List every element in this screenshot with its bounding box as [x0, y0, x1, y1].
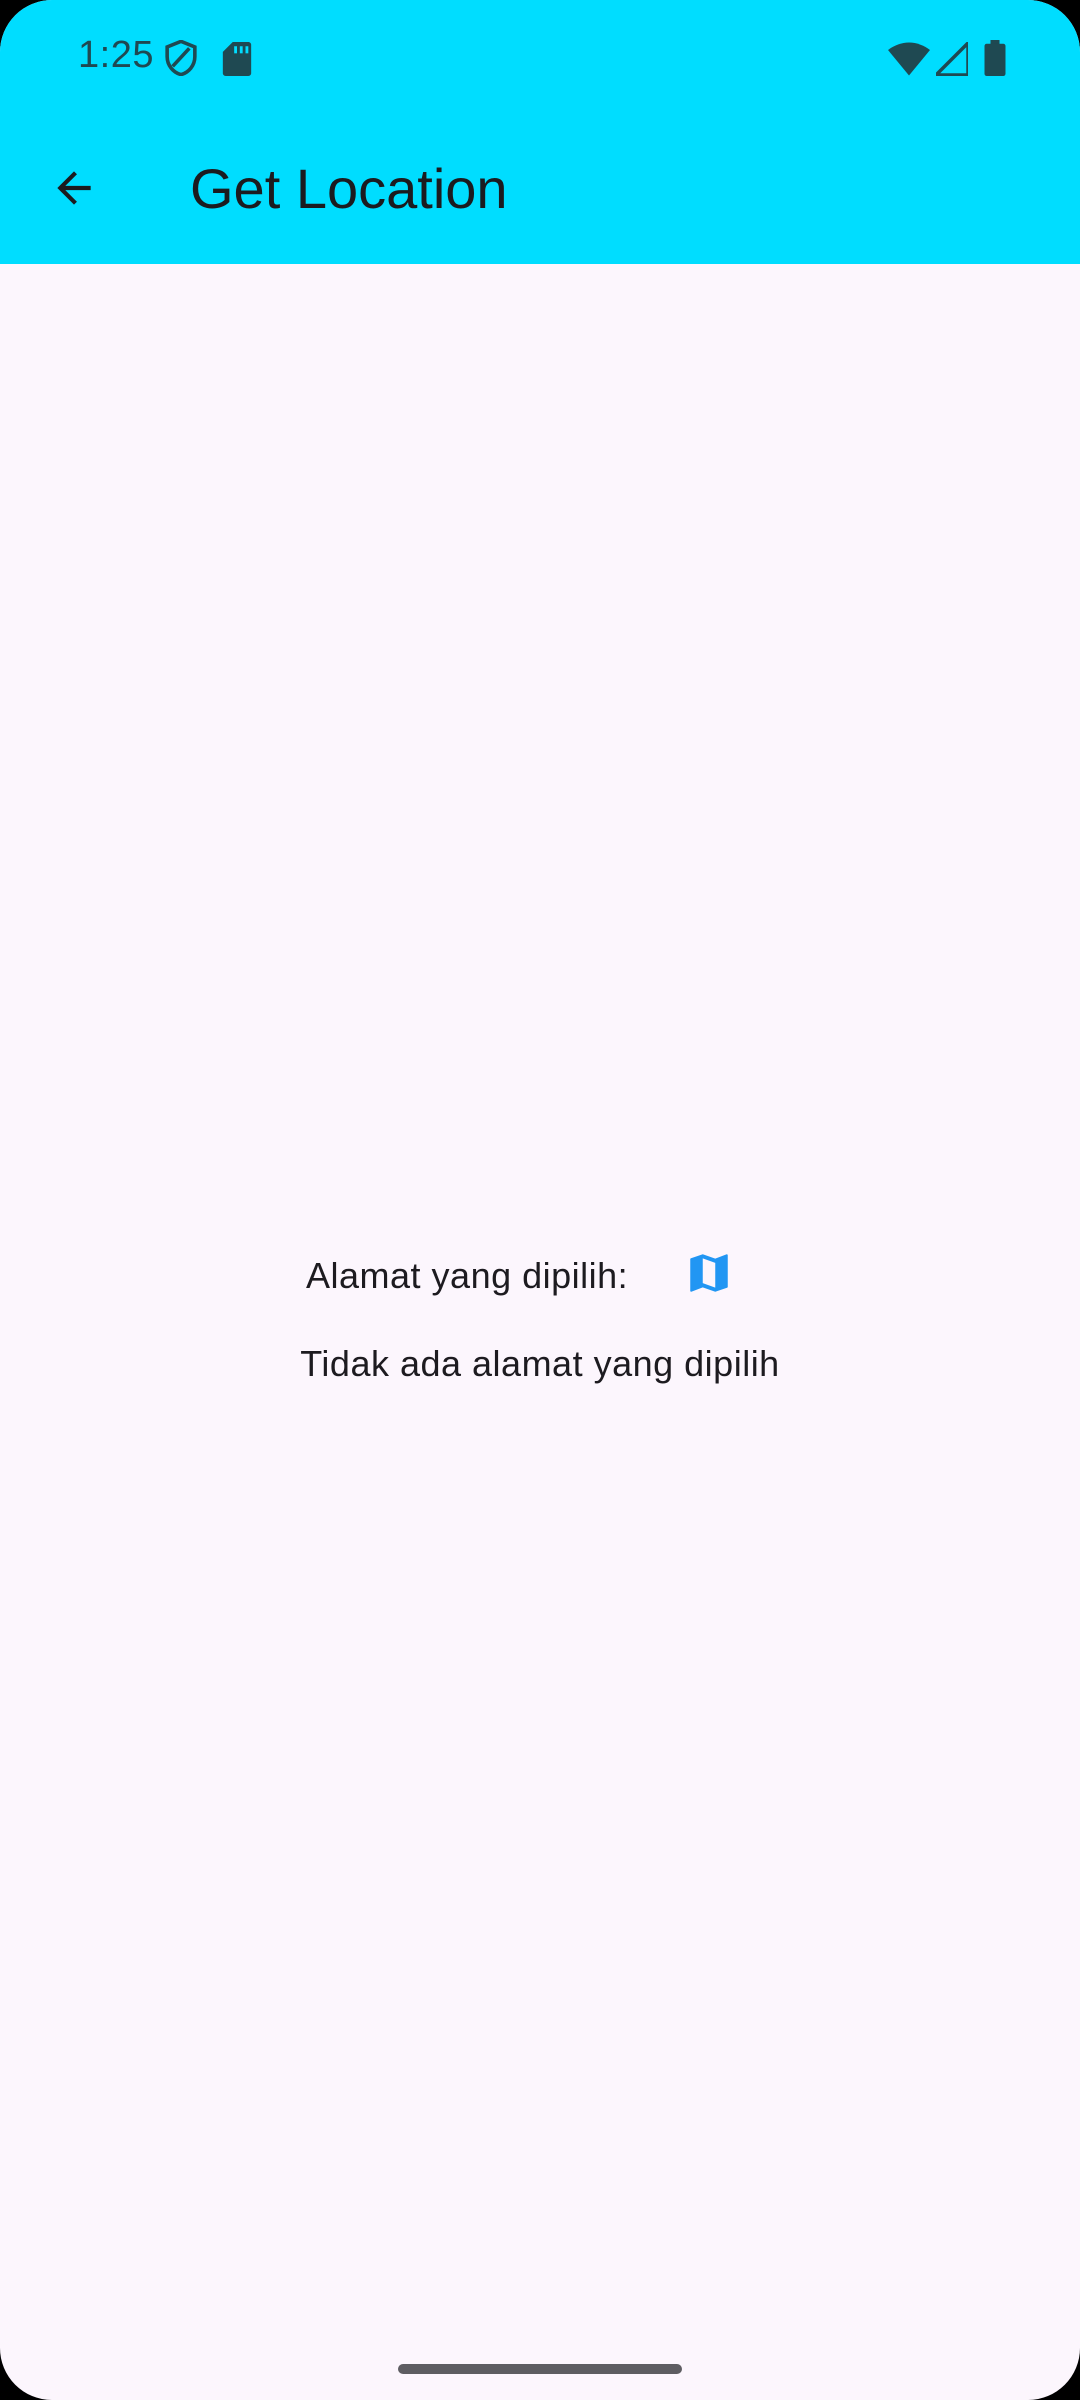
signal-icon [936, 42, 968, 76]
battery-icon [984, 40, 1006, 76]
sd-card-icon [222, 42, 252, 76]
arrow-back-icon [57, 171, 91, 205]
shield-icon [165, 40, 197, 76]
address-label: Alamat yang dipilih: [306, 1255, 629, 1296]
screen: 1:25 Get Location Alamat yang dipilih: T… [0, 0, 1080, 2400]
home-indicator[interactable] [398, 2364, 682, 2374]
wifi-icon [888, 42, 930, 76]
app-bar: 1:25 Get Location [0, 0, 1080, 264]
map-button[interactable] [680, 1244, 738, 1302]
back-button[interactable] [36, 150, 112, 226]
no-address-text: Tidak ada alamat yang dipilih [300, 1343, 780, 1384]
page-title: Get Location [190, 157, 508, 220]
status-bar: 1:25 [0, 0, 1080, 118]
map-icon [690, 1254, 728, 1292]
status-time: 1:25 [78, 34, 154, 76]
address-row: Alamat yang dipilih: [0, 1244, 1080, 1304]
